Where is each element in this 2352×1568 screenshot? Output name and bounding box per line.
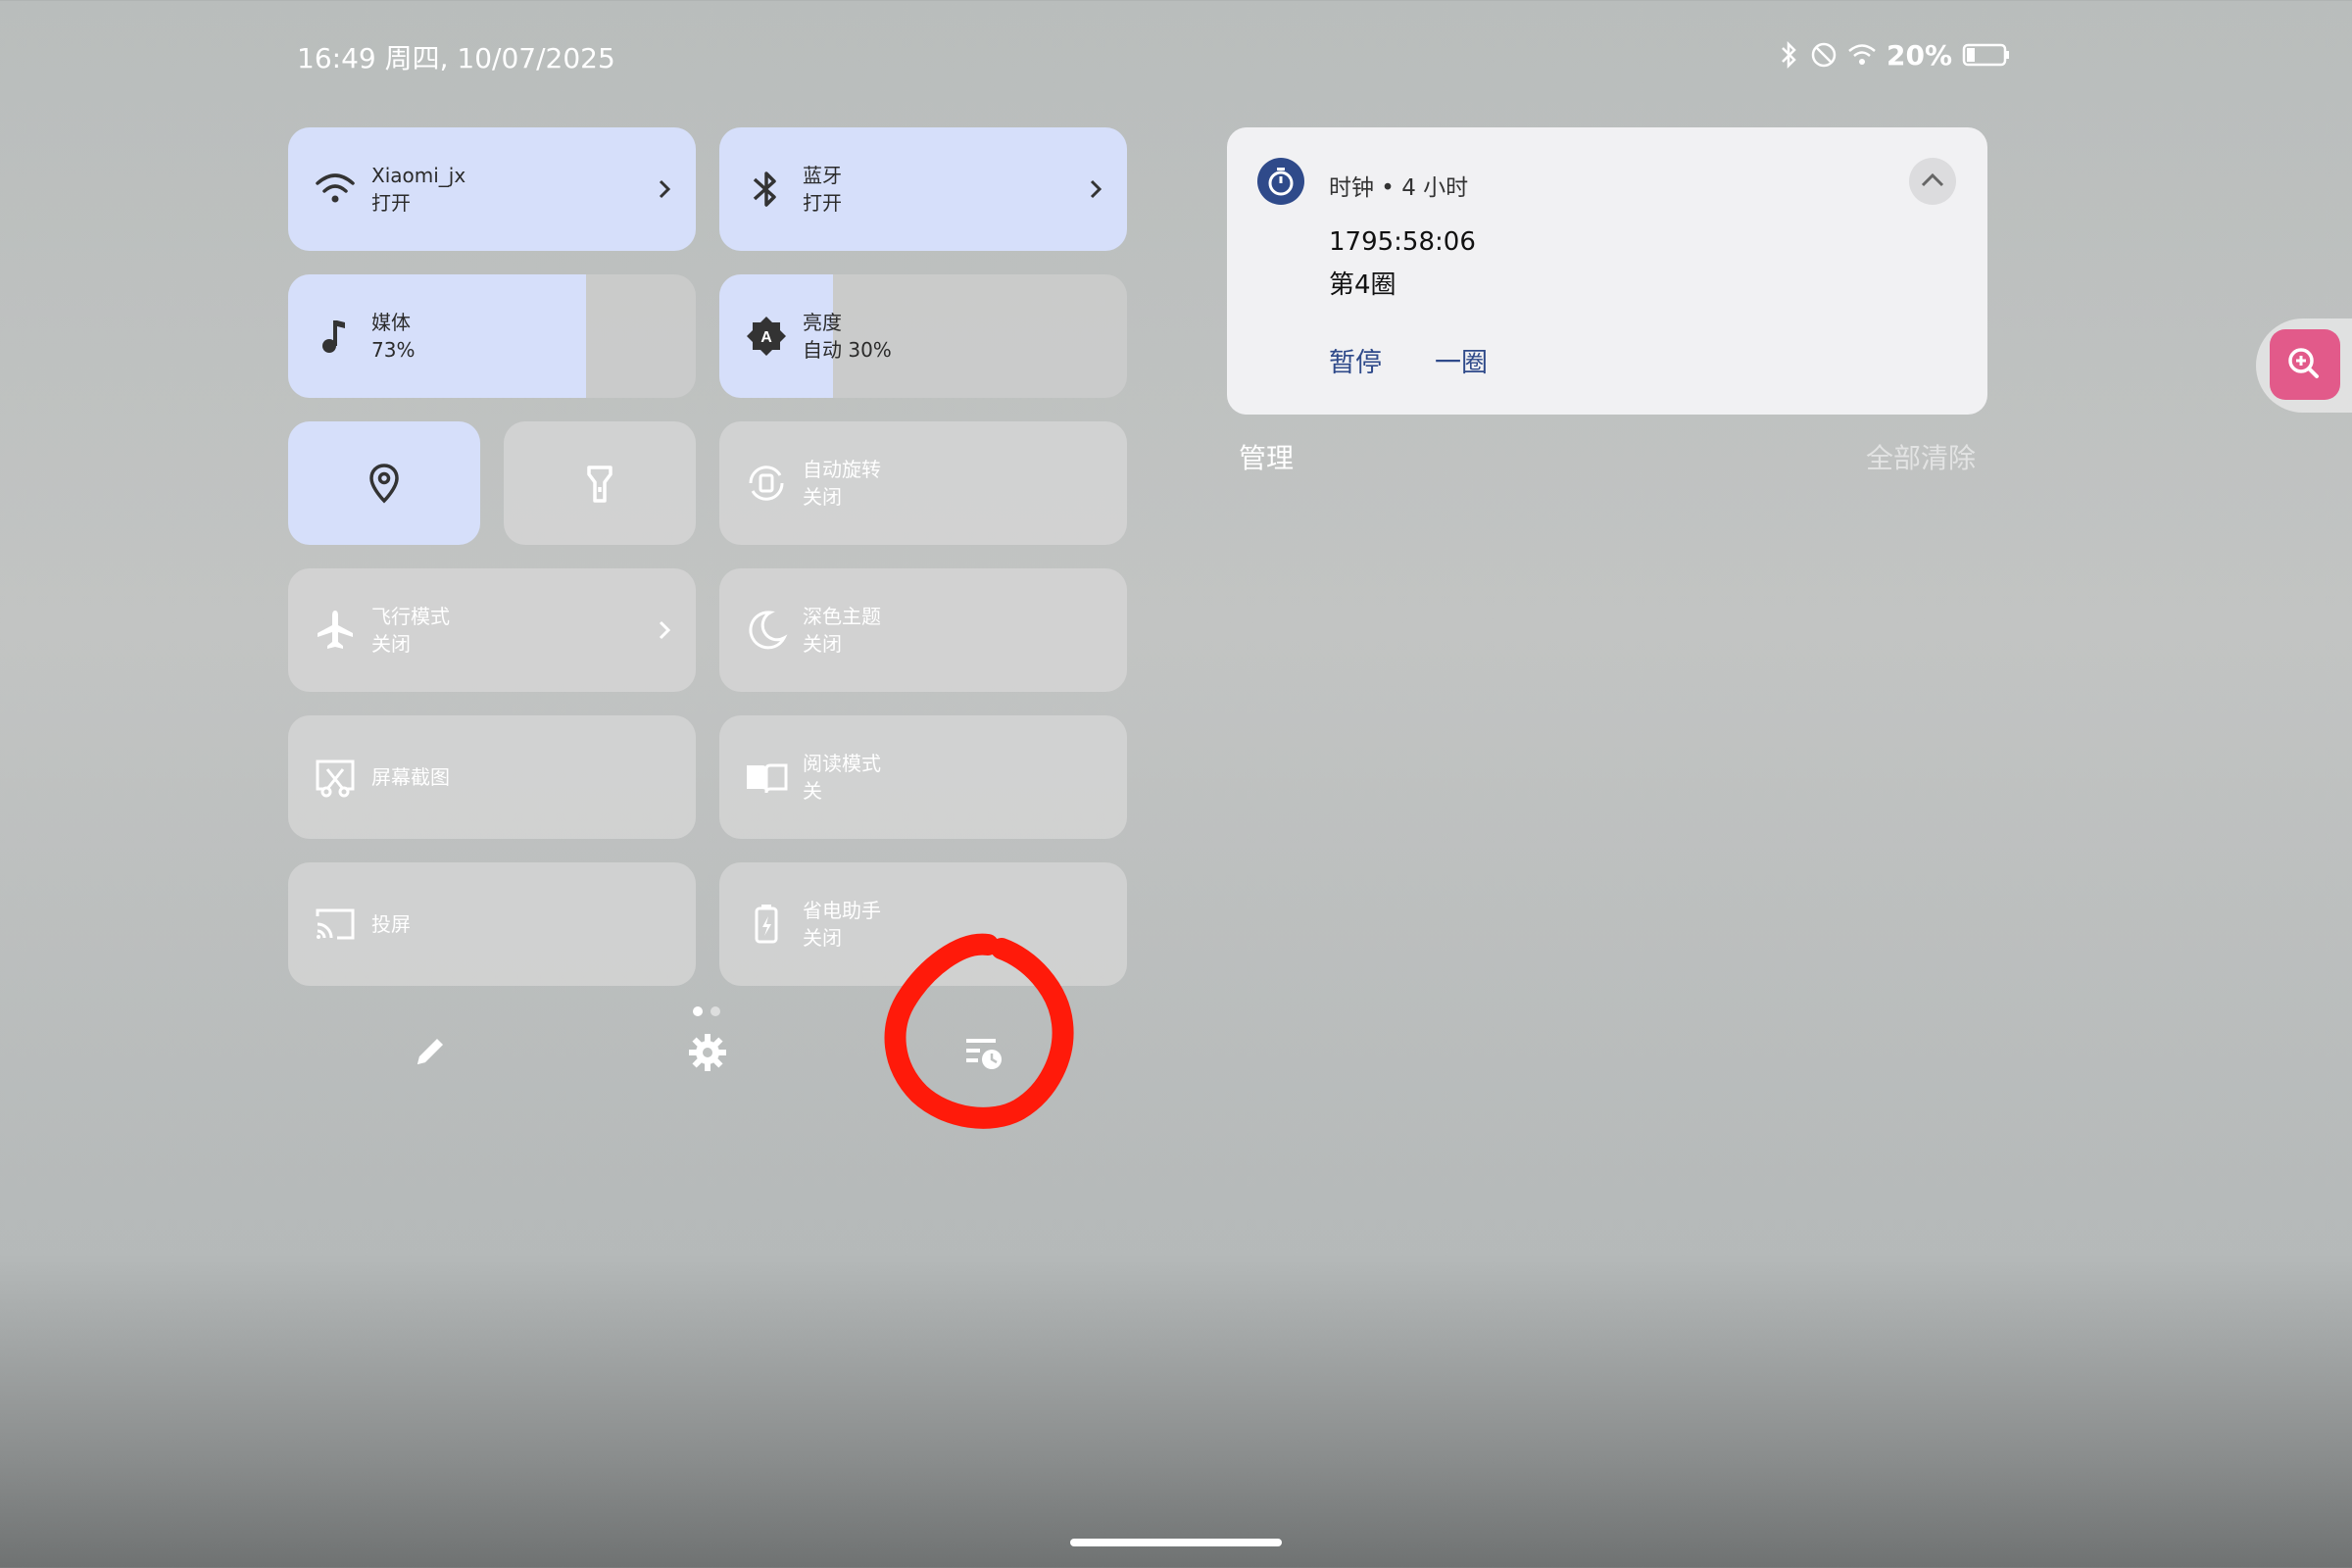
chevron-up-icon xyxy=(1921,172,1944,187)
auto-brightness-icon: A xyxy=(747,317,786,356)
slider-media-volume[interactable]: 媒体 73% xyxy=(288,274,696,398)
tile-cast[interactable]: 投屏 xyxy=(288,862,696,986)
tile-location[interactable] xyxy=(288,421,480,545)
airplane-subtitle: 关闭 xyxy=(371,632,411,656)
dnd-status-icon xyxy=(1811,42,1837,68)
media-subtitle: 73% xyxy=(371,338,416,362)
brightness-subtitle: 自动 30% xyxy=(803,338,892,362)
cast-title: 投屏 xyxy=(371,912,411,936)
wifi-title: Xiaomi_jx xyxy=(371,164,466,187)
brightness-title: 亮度 xyxy=(803,311,842,334)
airplane-title: 飞行模式 xyxy=(371,605,450,628)
chevron-right-icon[interactable] xyxy=(655,616,674,644)
page-dot xyxy=(710,1006,720,1016)
location-pin-icon xyxy=(369,464,399,504)
dark-theme-title: 深色主题 xyxy=(803,605,881,628)
clock-app-icon xyxy=(1257,158,1304,205)
tile-wifi[interactable]: Xiaomi_jx 打开 xyxy=(288,127,696,251)
tile-dark-theme[interactable]: 深色主题 关闭 xyxy=(719,568,1127,692)
status-time-date: 16:49 周四, 10/07/2025 xyxy=(297,42,615,74)
bluetooth-title: 蓝牙 xyxy=(803,164,842,187)
screenshot-scissors-icon xyxy=(316,760,355,798)
page-dot-active xyxy=(693,1006,703,1016)
flashlight-icon xyxy=(587,466,612,503)
tile-auto-rotate[interactable]: 自动旋转 关闭 xyxy=(719,421,1127,545)
auto-rotate-title: 自动旋转 xyxy=(803,458,881,481)
lap-button[interactable]: 一圈 xyxy=(1435,341,1488,379)
wifi-subtitle: 打开 xyxy=(371,191,411,215)
wifi-status-icon xyxy=(1848,44,1876,65)
home-indicator-bar[interactable] xyxy=(1070,1539,1282,1546)
reading-mode-subtitle: 关 xyxy=(803,779,822,803)
bluetooth-subtitle: 打开 xyxy=(803,191,842,215)
manage-button[interactable]: 管理 xyxy=(1239,437,1294,476)
battery-saver-subtitle: 关闭 xyxy=(803,926,842,950)
tile-screenshot[interactable]: 屏幕截图 xyxy=(288,715,696,839)
auto-rotate-icon xyxy=(749,466,784,501)
chevron-right-icon[interactable] xyxy=(1086,175,1105,203)
battery-percent: 20% xyxy=(1886,38,1953,72)
music-note-icon xyxy=(322,320,345,353)
tile-bluetooth[interactable]: 蓝牙 打开 xyxy=(719,127,1127,251)
battery-icon xyxy=(1962,43,2010,67)
media-title: 媒体 xyxy=(371,311,411,334)
wifi-icon xyxy=(316,173,355,203)
page-indicator xyxy=(693,1006,720,1016)
screenshot-title: 屏幕截图 xyxy=(371,765,450,789)
edit-pencil-icon[interactable] xyxy=(410,1031,451,1072)
stopwatch-icon xyxy=(1268,168,1294,196)
zoom-button[interactable] xyxy=(2270,329,2340,400)
svg-text:A: A xyxy=(760,329,772,346)
notification-app-line: 时钟 • 4 小时 xyxy=(1329,175,1469,201)
battery-saver-icon xyxy=(755,905,778,944)
cast-icon xyxy=(316,908,355,940)
status-icons: 20% xyxy=(1779,37,2011,73)
stopwatch-elapsed: 1795:58:06 xyxy=(1329,227,1476,257)
bluetooth-icon xyxy=(753,172,776,207)
collapse-button[interactable] xyxy=(1909,158,1956,205)
pause-button[interactable]: 暂停 xyxy=(1329,341,1382,379)
book-icon xyxy=(747,763,788,794)
chevron-right-icon[interactable] xyxy=(655,175,674,203)
moon-icon xyxy=(749,611,788,650)
settings-gear-icon[interactable] xyxy=(686,1031,729,1074)
airplane-icon xyxy=(318,611,353,649)
stopwatch-lap: 第4圈 xyxy=(1329,270,1396,300)
tile-airplane-mode[interactable]: 飞行模式 关闭 xyxy=(288,568,696,692)
tile-flashlight[interactable] xyxy=(504,421,696,545)
bluetooth-status-icon xyxy=(1782,40,1796,70)
dark-theme-subtitle: 关闭 xyxy=(803,632,842,656)
battery-saver-title: 省电助手 xyxy=(803,899,881,922)
clear-all-button[interactable]: 全部清除 xyxy=(1866,437,1976,476)
reading-mode-title: 阅读模式 xyxy=(803,752,881,775)
auto-rotate-subtitle: 关闭 xyxy=(803,485,842,509)
clock-notification-card[interactable]: 时钟 • 4 小时 1795:58:06 第4圈 暂停 一圈 xyxy=(1227,127,1987,415)
zoom-in-icon xyxy=(2288,348,2319,378)
tile-reading-mode[interactable]: 阅读模式关 xyxy=(719,715,1127,839)
slider-brightness[interactable]: A 亮度自动 30% xyxy=(719,274,1127,398)
red-annotation-circle xyxy=(884,933,1074,1129)
